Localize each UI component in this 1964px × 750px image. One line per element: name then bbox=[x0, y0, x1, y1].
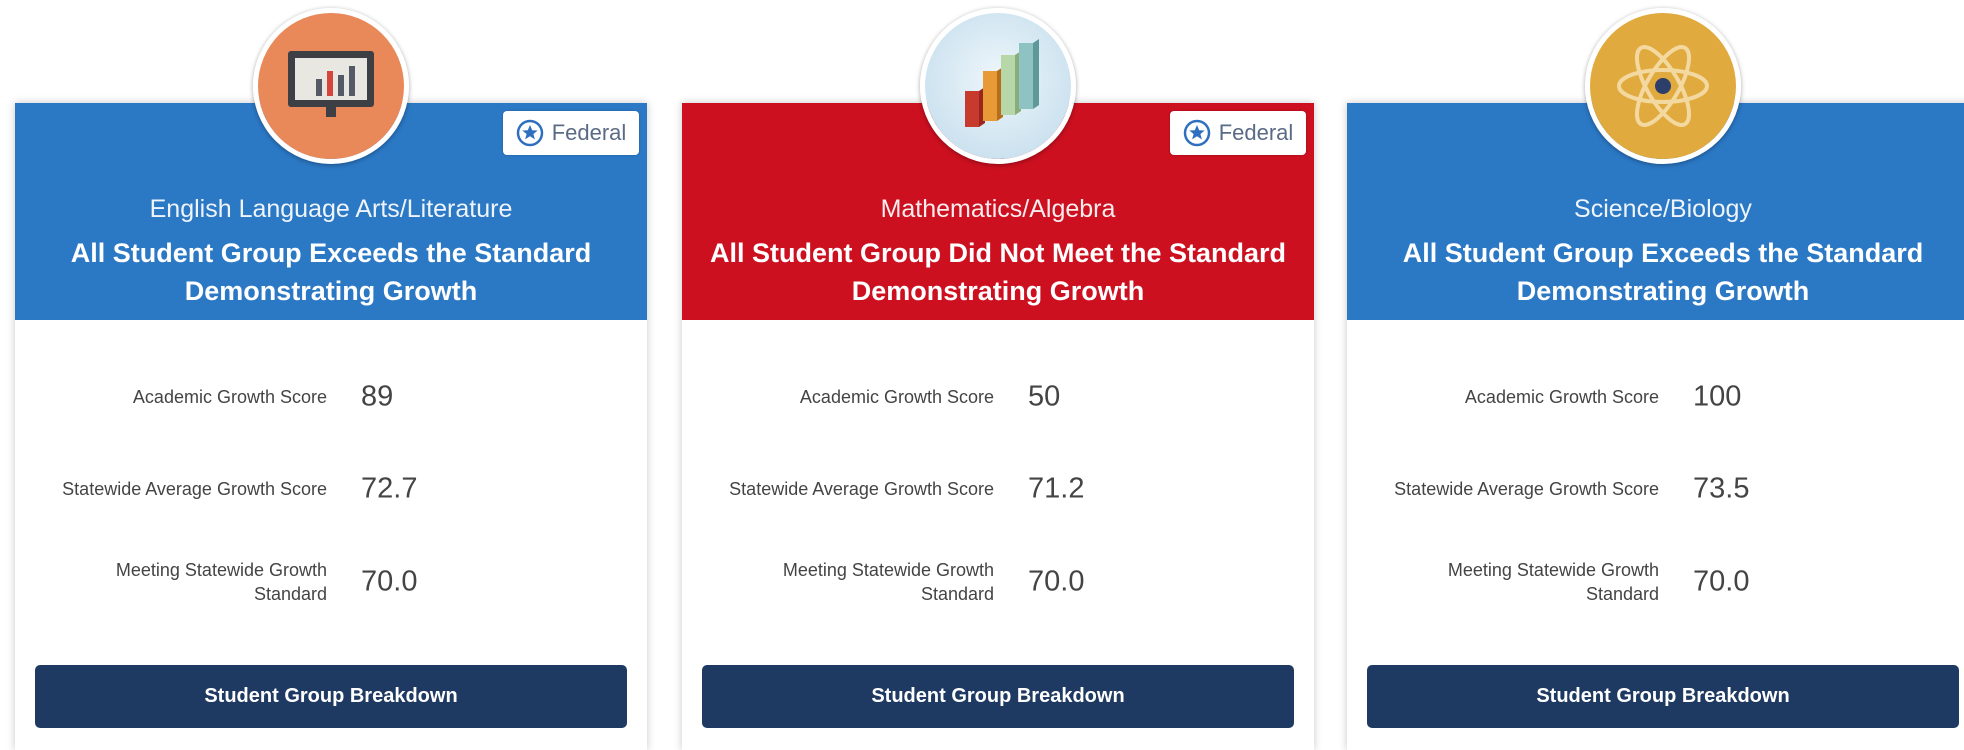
subject-card-math: Federal Mathematics/Algebra All Student … bbox=[682, 8, 1314, 750]
metric-value: 70.0 bbox=[1028, 565, 1085, 598]
academic-growth-score: Academic Growth Score 89 bbox=[15, 362, 647, 432]
federal-badge-label: Federal bbox=[1218, 120, 1294, 145]
metric-label: Meeting Statewide Growth Standard bbox=[1447, 560, 1659, 604]
metric-value: 70.0 bbox=[1693, 565, 1750, 598]
star-icon bbox=[1183, 119, 1210, 147]
metric-value: 100 bbox=[1693, 380, 1742, 413]
metric-label: Meeting Statewide Growth Standard bbox=[782, 560, 994, 604]
federal-badge: Federal bbox=[503, 111, 639, 155]
metric-value: 71.2 bbox=[1028, 472, 1085, 505]
metric-label: Statewide Average Growth Score bbox=[1394, 479, 1659, 499]
star-icon bbox=[516, 119, 543, 147]
metric-label: Academic Growth Score bbox=[1464, 387, 1659, 407]
presentation-chart-icon bbox=[253, 8, 409, 164]
metric-label: Statewide Average Growth Score bbox=[729, 479, 994, 499]
metric-label: Academic Growth Score bbox=[132, 387, 327, 407]
student-group-breakdown-button[interactable]: Student Group Breakdown bbox=[35, 665, 627, 728]
atom-icon bbox=[1585, 8, 1741, 164]
growth-status: All Student Group Did Not Meet the Stand… bbox=[710, 238, 1286, 306]
metric-value: 70.0 bbox=[361, 565, 418, 598]
federal-badge: Federal bbox=[1170, 111, 1306, 155]
subject-card-science: Science/Biology All Student Group Exceed… bbox=[1347, 8, 1964, 750]
metric-value: 89 bbox=[361, 380, 394, 413]
subject-card-ela: Federal English Language Arts/Literature… bbox=[15, 8, 647, 750]
statewide-average-growth-score: Statewide Average Growth Score 72.7 bbox=[15, 454, 647, 524]
subject-title: Mathematics/Algebra bbox=[880, 195, 1116, 223]
metric-value: 50 bbox=[1028, 380, 1061, 413]
academic-growth-score: Academic Growth Score 100 bbox=[1347, 362, 1964, 432]
metric-label: Statewide Average Growth Score bbox=[62, 479, 327, 499]
student-group-breakdown-button[interactable]: Student Group Breakdown bbox=[1367, 665, 1959, 728]
academic-growth-score: Academic Growth Score 50 bbox=[682, 362, 1314, 432]
statewide-average-growth-score: Statewide Average Growth Score 73.5 bbox=[1347, 454, 1964, 524]
metric-label: Meeting Statewide Growth Standard bbox=[115, 560, 327, 604]
meeting-statewide-growth-standard: Meeting Statewide Growth Standard 70.0 bbox=[682, 547, 1314, 617]
subject-title: English Language Arts/Literature bbox=[149, 195, 513, 223]
statewide-average-growth-score: Statewide Average Growth Score 71.2 bbox=[682, 454, 1314, 524]
subject-title: Science/Biology bbox=[1574, 195, 1752, 223]
growth-status: All Student Group Exceeds the Standard D… bbox=[70, 238, 592, 306]
federal-badge-label: Federal bbox=[551, 120, 627, 145]
metric-value: 73.5 bbox=[1693, 472, 1750, 505]
student-group-breakdown-button[interactable]: Student Group Breakdown bbox=[702, 665, 1294, 728]
meeting-statewide-growth-standard: Meeting Statewide Growth Standard 70.0 bbox=[1347, 547, 1964, 617]
bar-graph-icon bbox=[920, 8, 1076, 164]
meeting-statewide-growth-standard: Meeting Statewide Growth Standard 70.0 bbox=[15, 547, 647, 617]
metric-value: 72.7 bbox=[361, 472, 418, 505]
metric-label: Academic Growth Score bbox=[799, 387, 994, 407]
growth-status: All Student Group Exceeds the Standard D… bbox=[1402, 238, 1924, 306]
